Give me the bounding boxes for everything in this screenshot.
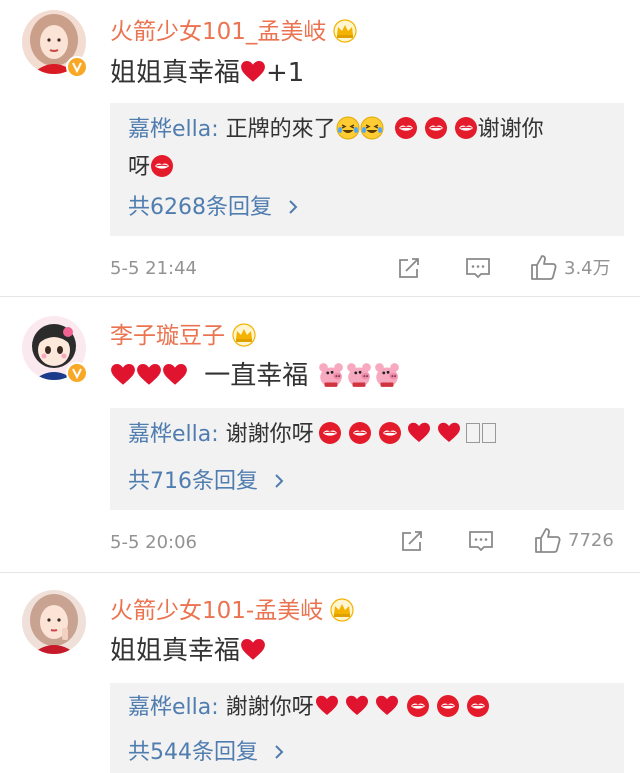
divider (0, 296, 640, 297)
verified-v-icon (66, 362, 88, 384)
heart-emoji-icon (240, 59, 266, 85)
heart-emoji-icon (436, 421, 462, 445)
repost-button[interactable] (400, 529, 424, 553)
heart-emoji-icon (240, 637, 266, 663)
username-link[interactable]: 火箭少女101-孟美岐 (110, 591, 355, 625)
heart-emoji-icon (374, 694, 400, 718)
reply-count-link[interactable]: 共544条回复 (128, 734, 285, 766)
reply-count-text: 共716条回复 (128, 469, 258, 494)
laugh-cry-emoji-icon (336, 116, 360, 140)
comment-text: 姐姐真幸福 (110, 630, 266, 667)
lips-emoji-icon (466, 694, 490, 718)
username-text: 火箭少女101_孟美岐 (110, 19, 327, 45)
like-count: 7726 (568, 529, 614, 551)
crown-badge-icon (330, 598, 354, 622)
comment-time: 5-5 21:44 (110, 258, 197, 279)
missing-glyph-icon (481, 423, 496, 443)
avatar[interactable] (22, 590, 86, 654)
comment-text-suffix: +1 (266, 58, 305, 88)
comment-button[interactable] (465, 256, 491, 280)
crown-badge-icon (333, 19, 358, 43)
reply-count-link[interactable]: 共716条回复 (128, 463, 285, 495)
lips-emoji-icon (348, 421, 372, 445)
thumbs-up-icon (535, 528, 561, 553)
missing-glyph-icon (465, 423, 480, 443)
heart-emoji-icon (406, 421, 432, 445)
lips-emoji-icon (424, 116, 448, 140)
comment-icon (469, 531, 493, 552)
reply-count-text: 共544条回复 (128, 740, 258, 765)
username-link[interactable]: 火箭少女101_孟美岐 (110, 12, 358, 46)
reply-preview: 嘉桦ella: 正牌的來了 谢谢你呀 (128, 111, 608, 187)
comment-time: 5-5 20:06 (110, 532, 197, 553)
reply-box[interactable]: 嘉桦ella: 謝謝你呀 共544条回复 (110, 683, 624, 773)
reply-text-2: 谢谢你 (477, 117, 544, 142)
comment-text-body: 姐姐真幸福 (110, 636, 241, 666)
repost-icon (399, 258, 419, 278)
reply-preview: 嘉桦ella: 謝謝你呀 (128, 689, 608, 727)
heart-emoji-icon (136, 362, 162, 388)
reply-author[interactable]: 嘉桦ella: (128, 695, 219, 720)
lips-emoji-icon (454, 116, 478, 140)
like-count: 3.4万 (564, 258, 611, 279)
reply-text: 謝謝你呀 (218, 695, 314, 720)
like-button[interactable]: 3.4万 (530, 253, 611, 281)
reply-text-3: 呀 (128, 155, 151, 180)
lips-emoji-icon (406, 694, 430, 718)
pig-emoji-icon (317, 362, 345, 388)
chevron-right-icon (275, 474, 284, 488)
reply-text: 正牌的來了 (218, 117, 336, 142)
username-text: 火箭少女101-孟美岐 (110, 598, 324, 624)
heart-emoji-icon (110, 362, 136, 388)
comment-button[interactable] (468, 529, 494, 553)
repost-icon (402, 531, 422, 551)
lips-emoji-icon (318, 421, 342, 445)
username-link[interactable]: 李子璇豆子 (110, 316, 257, 350)
reply-box[interactable]: 嘉桦ella: 正牌的來了 谢谢你呀 共6268条回复 (110, 103, 624, 236)
reply-author[interactable]: 嘉桦ella: (128, 422, 219, 447)
heart-emoji-icon (314, 694, 340, 718)
lips-emoji-icon (150, 154, 174, 178)
reply-count-link[interactable]: 共6268条回复 (128, 189, 299, 221)
reply-author[interactable]: 嘉桦ella: (128, 117, 219, 142)
chevron-right-icon (275, 745, 284, 759)
crown-badge-icon (232, 323, 256, 347)
heart-emoji-icon (344, 694, 370, 718)
username-text: 李子璇豆子 (110, 323, 225, 349)
chevron-right-icon (289, 200, 298, 214)
pig-emoji-icon (345, 362, 373, 388)
lips-emoji-icon (436, 694, 460, 718)
reply-preview: 嘉桦ella: 谢謝你呀 (128, 416, 608, 454)
laugh-cry-emoji-icon (360, 116, 384, 140)
comment-icon (466, 258, 490, 279)
comment-text: 一直幸福 (110, 355, 401, 392)
comment-text-body: 一直幸福 (204, 361, 309, 391)
heart-emoji-icon (162, 362, 188, 388)
comment-text-body: 姐姐真幸福 (110, 58, 241, 88)
like-button[interactable]: 7726 (534, 526, 614, 554)
thumbs-up-icon (531, 255, 557, 280)
verified-v-icon (66, 56, 88, 78)
reply-text: 谢謝你呀 (218, 422, 314, 447)
reply-box[interactable]: 嘉桦ella: 谢謝你呀 共716条回复 (110, 408, 624, 510)
lips-emoji-icon (378, 421, 402, 445)
comment-text: 姐姐真幸福 +1 (110, 52, 304, 89)
pig-emoji-icon (373, 362, 401, 388)
lips-emoji-icon (394, 116, 418, 140)
reply-count-text: 共6268条回复 (128, 195, 272, 220)
divider (0, 572, 640, 573)
repost-button[interactable] (397, 256, 421, 280)
